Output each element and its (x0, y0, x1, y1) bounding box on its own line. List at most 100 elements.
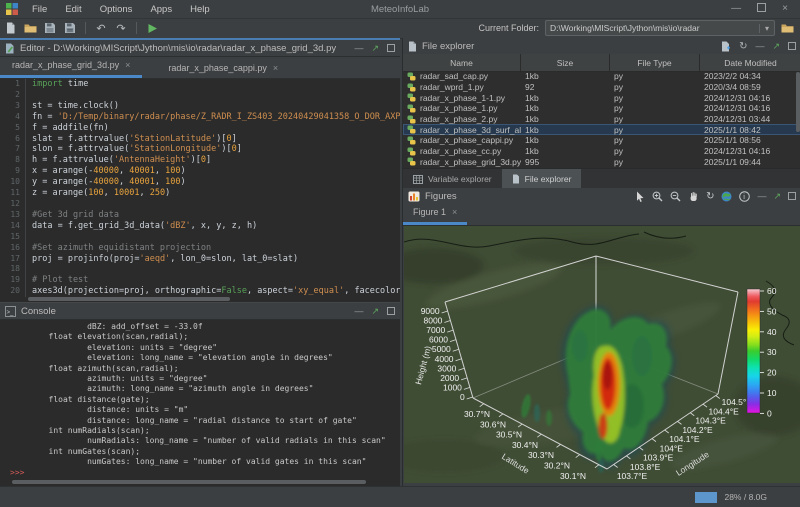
save-all-icon[interactable] (61, 20, 79, 36)
table-row[interactable]: radar_x_phase_grid_3d.py995py2025/1/1 09… (403, 157, 800, 168)
window-minimize-button[interactable]: — (731, 3, 741, 15)
console-line: distance: units = "m" (10, 405, 410, 415)
browse-folder-icon[interactable] (781, 23, 794, 34)
file-date-modified: 2024/12/31 04:16 (700, 103, 800, 113)
latitude-tick-label: 30.6°N (480, 419, 506, 429)
menu-help[interactable]: Help (182, 2, 218, 17)
tab-label: Figure 1 (413, 207, 446, 217)
close-icon[interactable]: × (125, 60, 130, 70)
colorbar-tick-label: 20 (767, 368, 777, 378)
table-row[interactable]: radar_sad_cap.py1kbpy2023/2/2 04:34 (403, 71, 800, 82)
rotate-icon[interactable]: ↻ (706, 191, 714, 202)
console-hscrollbar[interactable] (12, 480, 366, 484)
undo-icon[interactable]: ↶ (92, 20, 110, 36)
save-icon[interactable] (41, 20, 59, 36)
column-header-size[interactable]: Size (521, 54, 610, 71)
file-explorer-title-bar: File explorer ↻ — ↗ (403, 38, 800, 55)
table-row[interactable]: radar_x_phase_1-1.py1kbpy2024/12/31 04:1… (403, 92, 800, 103)
meteoinfolab-window: File Edit Options Apps Help MeteoInfoLab… (0, 0, 800, 507)
latitude-tick-label: 30.3°N (528, 450, 554, 460)
file-size: 1kb (521, 93, 610, 103)
console-minimize-icon[interactable]: — (354, 306, 363, 316)
tab-radar-x-phase-grid-3d[interactable]: radar_x_phase_grid_3d.py × (0, 55, 142, 78)
refresh-icon[interactable]: ↻ (739, 41, 747, 52)
menu-file[interactable]: File (24, 2, 55, 17)
file-size: 1kb (521, 135, 610, 145)
zoom-in-icon[interactable] (652, 191, 663, 202)
chevron-down-icon[interactable]: ▾ (759, 24, 774, 33)
svg-text:i: i (744, 192, 746, 201)
pan-hand-icon[interactable] (688, 191, 699, 202)
figures-minimize-icon[interactable]: — (757, 191, 766, 201)
colorbar-tick-label: 0 (767, 408, 772, 418)
tab-radar-x-phase-cappi[interactable]: radar_x_phase_cappi.py × (156, 58, 290, 78)
tab-label: radar_x_phase_cappi.py (168, 63, 267, 73)
editor-float-icon[interactable]: ↗ (371, 43, 379, 54)
file-size: 1kb (521, 146, 610, 156)
new-document-icon[interactable] (721, 41, 731, 52)
globe-icon[interactable] (721, 191, 732, 202)
file-explorer-minimize-icon[interactable]: — (755, 41, 764, 51)
file-explorer-icon (408, 41, 417, 52)
tab-variable-explorer[interactable]: Variable explorer (403, 169, 502, 189)
console-panel: >_ Console — ↗ dBZ: add_offset = -33.0f … (0, 302, 400, 487)
menu-options[interactable]: Options (92, 2, 141, 17)
console-maximize-icon[interactable] (387, 307, 395, 315)
console-float-icon[interactable]: ↗ (371, 306, 379, 317)
current-folder-combobox[interactable]: D:\Working\MIScript\Jython\mis\io\radar … (545, 20, 775, 36)
run-script-icon[interactable] (143, 20, 161, 36)
console-title: Console (21, 306, 56, 317)
main-toolbar: ↶ ↷ Current Folder: D:\Working\MIScript\… (0, 18, 800, 39)
table-row[interactable]: radar_x_phase_3d_surf_allsc...1kbpy2025/… (403, 124, 800, 135)
figure-plot-area[interactable]: 9000800070006000500040003000200010000 30… (404, 226, 800, 483)
figures-float-icon[interactable]: ↗ (773, 191, 781, 202)
code-line: 2 (0, 90, 400, 101)
file-explorer-maximize-icon[interactable] (788, 42, 796, 50)
editor-minimize-icon[interactable]: — (354, 43, 363, 53)
editor-hscrollbar[interactable] (28, 297, 230, 301)
identify-info-icon[interactable]: i (739, 191, 750, 202)
file-name: radar_x_phase_2.py (420, 114, 498, 124)
zoom-out-icon[interactable] (670, 191, 681, 202)
table-row[interactable]: radar_x_phase_cappi.py1kbpy2025/1/1 08:5… (403, 135, 800, 146)
table-row[interactable]: radar_wprd_1.py92py2020/3/4 08:59 (403, 82, 800, 93)
editor-maximize-icon[interactable] (387, 44, 395, 52)
figures-maximize-icon[interactable] (788, 192, 796, 200)
colorbar-tick-label: 50 (767, 306, 777, 316)
select-cursor-icon[interactable] (635, 191, 645, 202)
longitude-tick-label: 103.9°E (643, 453, 674, 463)
tab-figure-1[interactable]: Figure 1 × (403, 202, 467, 225)
colorbar-tick-label: 40 (767, 327, 777, 337)
tab-file-explorer[interactable]: File explorer (502, 169, 582, 189)
column-header-date-modified[interactable]: Date Modified (700, 54, 800, 71)
column-header-filetype[interactable]: File Type (610, 54, 700, 71)
window-close-button[interactable]: × (782, 3, 788, 15)
menu-edit[interactable]: Edit (57, 2, 89, 17)
column-header-name[interactable]: Name (403, 54, 521, 71)
code-line: 13#Get 3d grid data (0, 210, 400, 221)
file-date-modified: 2025/1/1 09:44 (700, 157, 800, 167)
tab-label: Variable explorer (428, 174, 492, 184)
file-table-vscrollbar[interactable] (796, 72, 800, 132)
colorbar-tick-label: 30 (767, 347, 777, 357)
open-folder-icon[interactable] (21, 20, 39, 36)
close-icon[interactable]: × (452, 207, 457, 217)
code-line: 18 (0, 264, 400, 275)
table-row[interactable]: radar_x_phase_1.py1kbpy2024/12/31 04:16 (403, 103, 800, 114)
code-editor[interactable]: 1import time23st = time.clock()4fn = 'D:… (0, 79, 400, 297)
code-line: 17proj = projinfo(proj='aeqd', lon_0=slo… (0, 254, 400, 265)
file-explorer-float-icon[interactable]: ↗ (772, 41, 780, 52)
z-tick-label: 9000 (421, 306, 440, 316)
colorbar-tick-label: 10 (767, 388, 777, 398)
longitude-tick-label: 104.1°E (669, 434, 700, 444)
window-maximize-button[interactable] (757, 3, 766, 15)
z-tick-label: 3000 (437, 363, 456, 373)
latitude-tick-label: 30.5°N (496, 430, 522, 440)
new-file-icon[interactable] (1, 20, 19, 36)
menu-apps[interactable]: Apps (142, 2, 180, 17)
close-icon[interactable]: × (273, 63, 278, 73)
table-row[interactable]: radar_x_phase_2.py1kbpy2024/12/31 03:44 (403, 114, 800, 125)
redo-icon[interactable]: ↷ (112, 20, 130, 36)
table-row[interactable]: radar_x_phase_cc.py1kbpy2024/12/31 04:16 (403, 146, 800, 157)
console-output[interactable]: dBZ: add_offset = -33.0f float elevation… (0, 320, 410, 480)
